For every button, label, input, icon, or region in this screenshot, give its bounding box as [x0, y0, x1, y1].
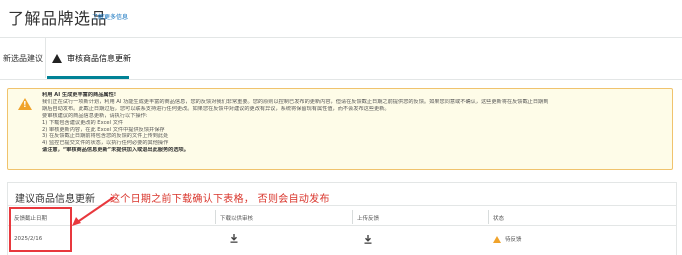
status-badge: 待反馈: [493, 235, 522, 243]
tab-label: 新选品建议: [3, 53, 43, 63]
tab-divider: [45, 38, 46, 78]
column-divider: [352, 210, 353, 224]
alert-line: 期后自动发布。此截止日期过后，您可以联系支持进行任何更改。如果您在反馈中对建议的…: [42, 105, 390, 112]
column-header-status[interactable]: 状态: [493, 214, 504, 222]
alert-heading: 利用 AI 生成更丰富的商品属性!: [42, 92, 117, 98]
tab-review-updates[interactable]: 审核商品信息更新: [52, 38, 131, 78]
alert-line: 要审核建议的商品信息更新，请执行以下操作:: [42, 112, 148, 119]
status-text: 待反馈: [505, 237, 522, 243]
alert-line: 4) 监控已提交文件的状态，以执行任何必要的其他操作: [42, 140, 169, 147]
alert-line: 3) 在反馈截止日期前将包含您的反馈的文件上传到此处: [42, 133, 169, 140]
upload-icon[interactable]: [364, 235, 372, 244]
column-divider: [488, 210, 489, 224]
warning-icon: [493, 235, 501, 243]
alert-line: 我们正在试行一项新计划，利用 AI 功能生成更丰富的商品信息，您的反馈对我们非常…: [42, 98, 549, 105]
alert-body: 利用 AI 生成更丰富的商品属性! 我们正在试行一项新计划，利用 AI 功能生成…: [42, 92, 668, 154]
annotation-text: 这个日期之前下载确认下表格， 否则会自动发布: [110, 194, 330, 205]
alert-line: 1) 下载包含建议更改的 Excel 文件: [42, 119, 124, 126]
alert-line: 2) 审核更新内容，在此 Excel 文件中提供反馈并保存: [42, 126, 165, 133]
tab-new-suggestions[interactable]: 新选品建议: [3, 38, 43, 78]
tabs-divider: [0, 79, 682, 80]
tab-label: 审核商品信息更新: [67, 53, 131, 63]
column-divider: [215, 210, 216, 224]
learn-more-link[interactable]: 了解更多信息: [92, 12, 128, 21]
highlight-box: [9, 207, 72, 252]
info-alert: ! 利用 AI 生成更丰富的商品属性! 我们正在试行一项新计划，利用 AI 功能…: [7, 88, 673, 170]
download-icon[interactable]: [230, 234, 238, 243]
column-header-download[interactable]: 下载以供审核: [220, 214, 253, 222]
warning-icon: [52, 53, 62, 63]
annotation-arrow: [72, 196, 115, 226]
warning-icon: !: [18, 98, 32, 110]
alert-note: 请注意，“审核商品信息更新”未提供加入或退出此服务的选项。: [42, 147, 189, 154]
column-header-upload[interactable]: 上传反馈: [357, 214, 379, 222]
